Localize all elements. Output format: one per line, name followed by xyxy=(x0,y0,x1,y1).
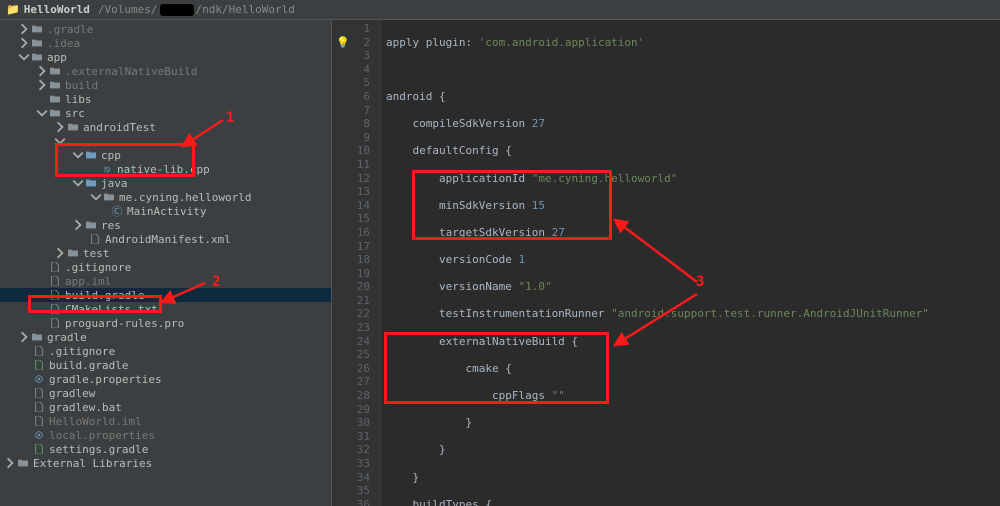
title-bar: 📁 HelloWorld /Volumes//ndk/HelloWorld xyxy=(0,0,1000,20)
hint-bulb-icon[interactable]: 💡 xyxy=(336,36,350,50)
tree-gradle[interactable]: .gradle xyxy=(0,22,331,36)
tree-src[interactable]: src xyxy=(0,106,331,120)
tree-appiml[interactable]: app.iml xyxy=(0,274,331,288)
annotation-2: 2 xyxy=(212,274,220,290)
tree-proguard[interactable]: proguard-rules.pro xyxy=(0,316,331,330)
tree-buildgradle[interactable]: build.gradle xyxy=(0,288,331,302)
annotation-3: 3 xyxy=(696,276,704,290)
tree-manifest[interactable]: AndroidManifest.xml xyxy=(0,232,331,246)
tree-res[interactable]: res xyxy=(0,218,331,232)
project-path: /Volumes//ndk/HelloWorld xyxy=(98,3,295,16)
tree-native-lib[interactable]: ⎋native-lib.cpp xyxy=(0,162,331,176)
tree-main-hidden[interactable] xyxy=(0,134,331,148)
code-editor[interactable]: apply plugin: 'com.android.application' … xyxy=(382,20,1000,506)
tree-idea[interactable]: .idea xyxy=(0,36,331,50)
annotation-1: 1 xyxy=(226,110,234,126)
project-tree[interactable]: .gradle .idea app .externalNativeBuild b… xyxy=(0,20,332,506)
tree-pkg[interactable]: me.cyning.helloworld xyxy=(0,190,331,204)
tree-gradle-folder[interactable]: gradle xyxy=(0,330,331,344)
tree-test[interactable]: test xyxy=(0,246,331,260)
tree-build[interactable]: build xyxy=(0,78,331,92)
tree-gitignore2[interactable]: .gitignore xyxy=(0,344,331,358)
tree-extlibs[interactable]: External Libraries xyxy=(0,456,331,470)
tree-buildgradle2[interactable]: build.gradle xyxy=(0,358,331,372)
tree-localprops[interactable]: local.properties xyxy=(0,428,331,442)
tree-gradlew[interactable]: gradlew xyxy=(0,386,331,400)
tree-libs[interactable]: libs xyxy=(0,92,331,106)
tree-gradlewbat[interactable]: gradlew.bat xyxy=(0,400,331,414)
editor-gutter: 💡 12345 678910 1112131415 1617181920 212… xyxy=(332,20,382,506)
tree-mainactivity[interactable]: ⒸMainActivity xyxy=(0,204,331,218)
project-icon: 📁 xyxy=(6,3,20,16)
tree-java[interactable]: java xyxy=(0,176,331,190)
tree-hwiml[interactable]: HelloWorld.iml xyxy=(0,414,331,428)
tree-gradleprops[interactable]: gradle.properties xyxy=(0,372,331,386)
tree-gitignore[interactable]: .gitignore xyxy=(0,260,331,274)
tree-cpp[interactable]: cpp xyxy=(0,148,331,162)
project-title: HelloWorld xyxy=(24,3,90,16)
tree-app[interactable]: app xyxy=(0,50,331,64)
tree-androidtest[interactable]: androidTest xyxy=(0,120,331,134)
tree-extbuild[interactable]: .externalNativeBuild xyxy=(0,64,331,78)
tree-cmakelists[interactable]: CMakeLists.txt xyxy=(0,302,331,316)
tree-settingsgradle[interactable]: settings.gradle xyxy=(0,442,331,456)
